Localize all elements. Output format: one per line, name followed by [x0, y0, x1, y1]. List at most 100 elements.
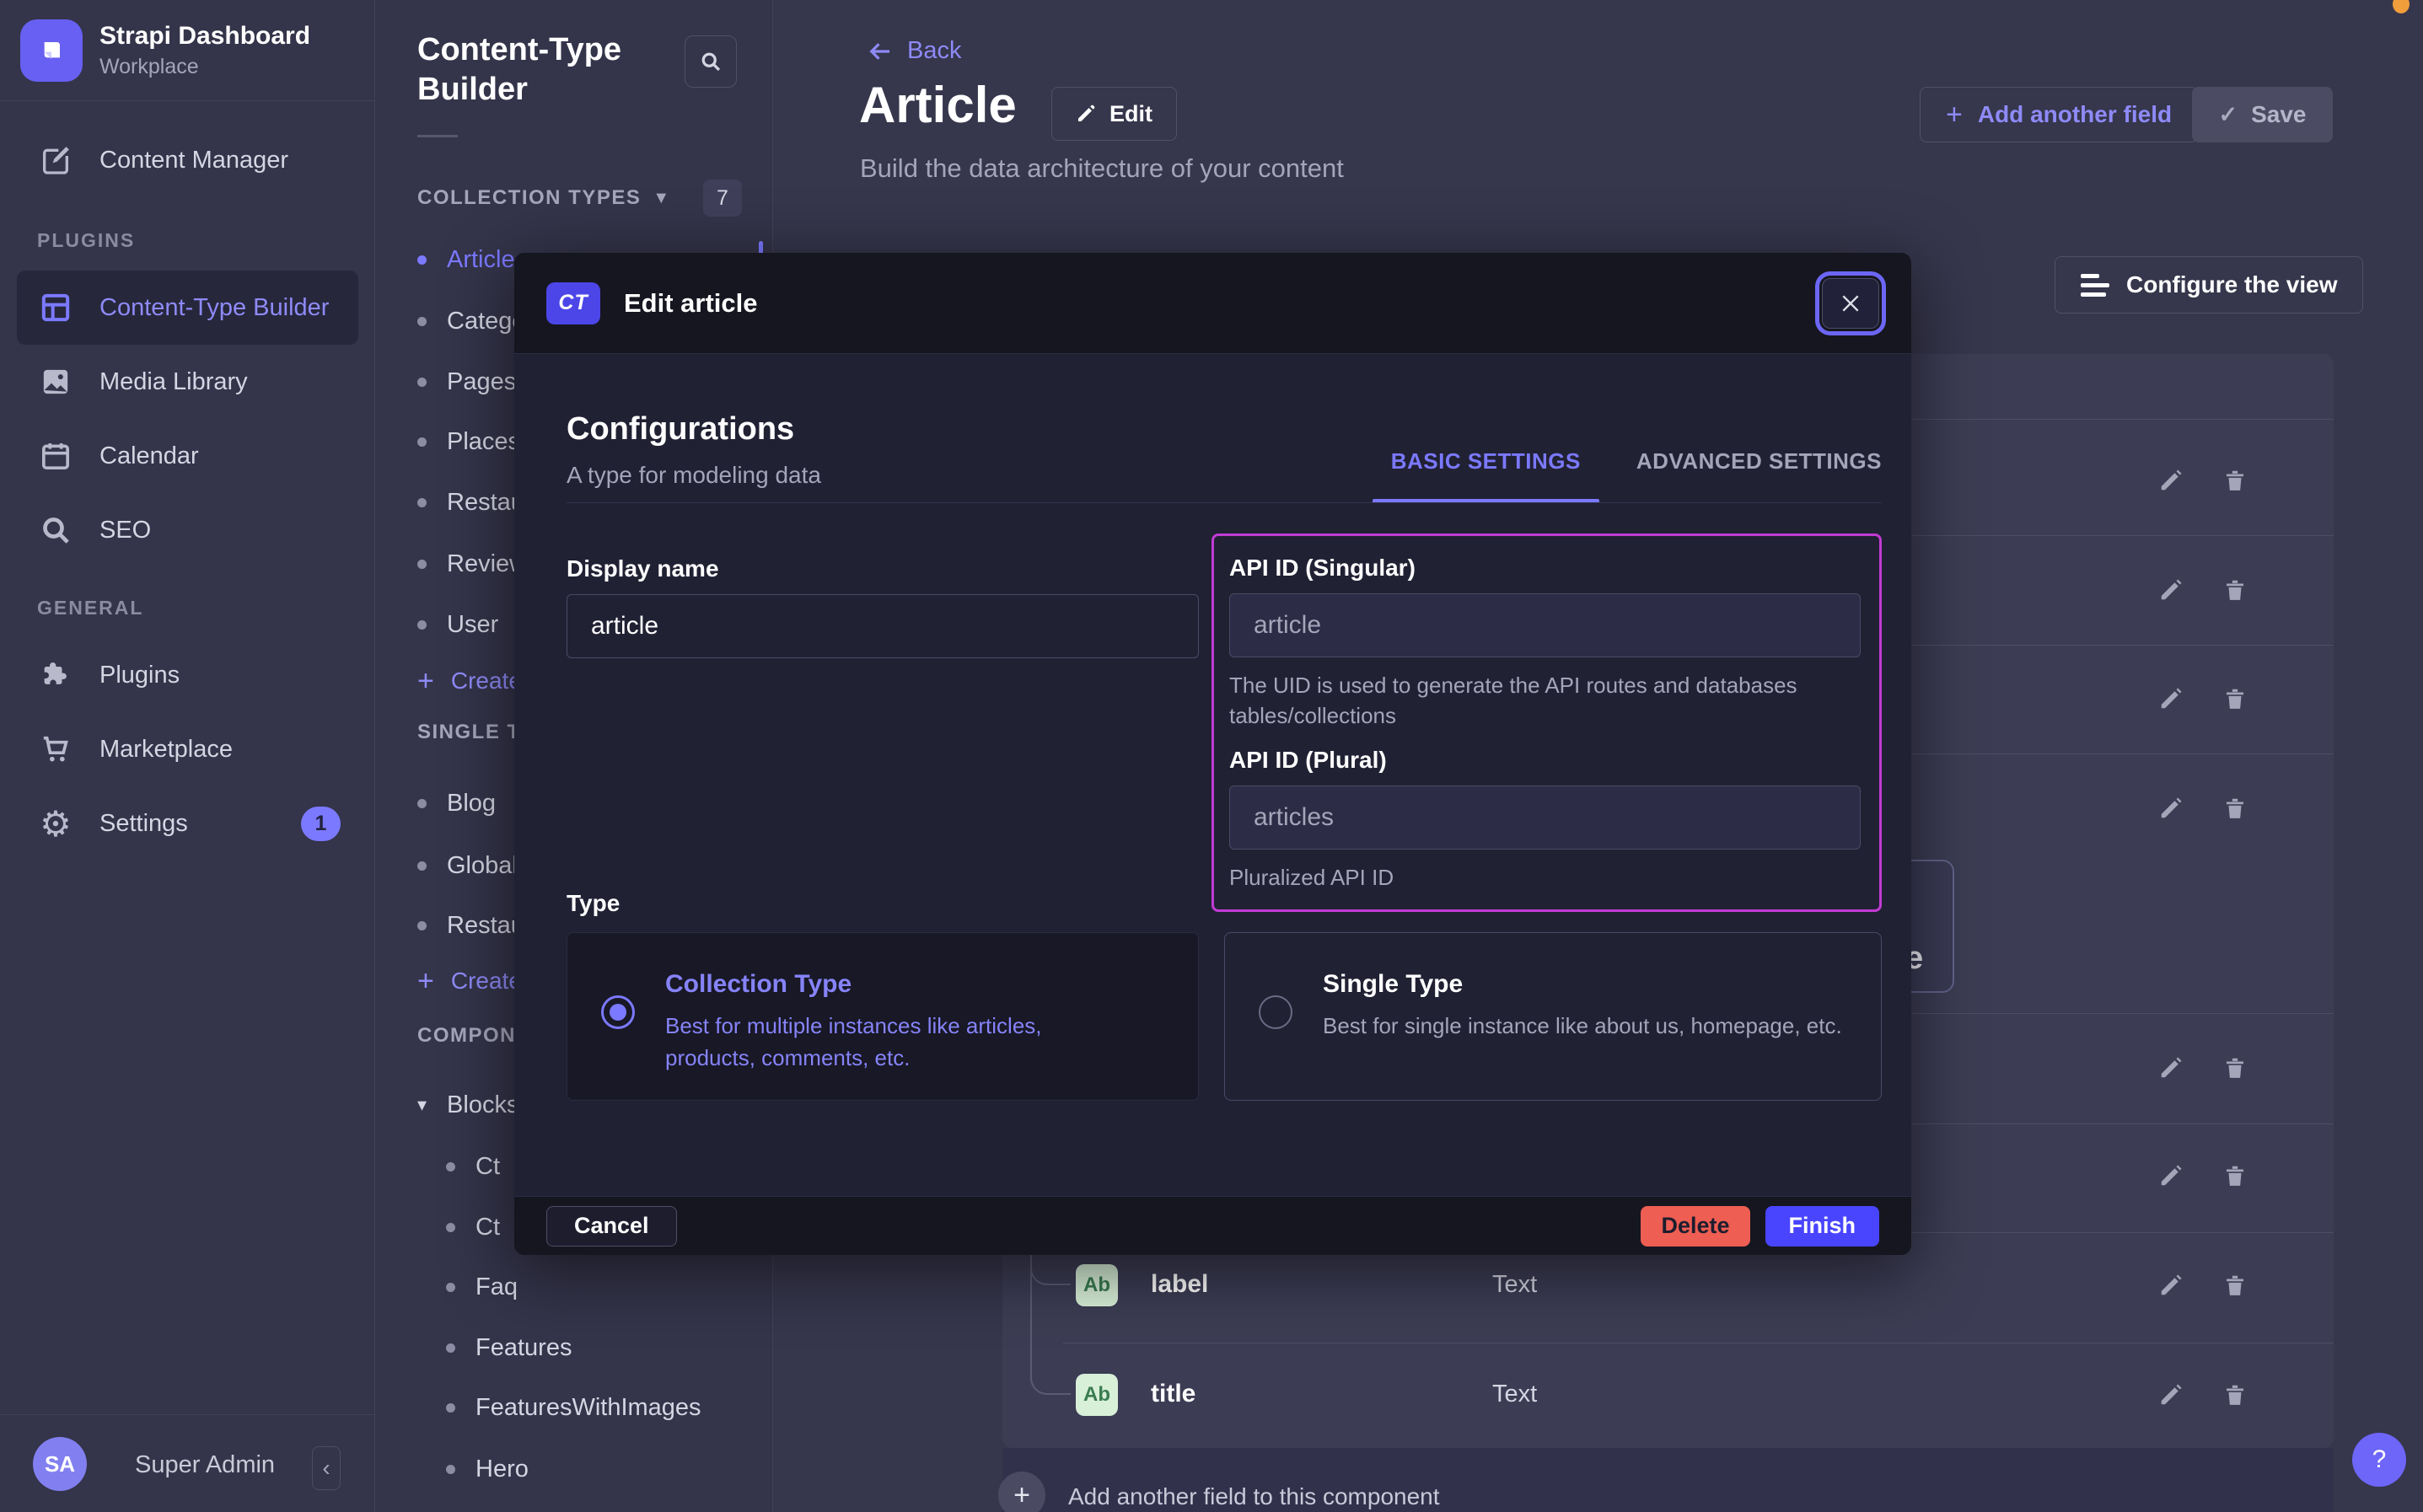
- collection-types-header[interactable]: COLLECTION TYPES ▼ 7: [417, 179, 742, 217]
- trash-icon[interactable]: [2216, 1267, 2254, 1304]
- sidebar-item-content-type-builder[interactable]: Content-Type Builder: [17, 271, 358, 345]
- edit-button[interactable]: Edit: [1051, 87, 1177, 141]
- subnav-item-review[interactable]: Review: [417, 540, 527, 587]
- pencil-icon[interactable]: [2152, 1376, 2189, 1413]
- plus-circle-icon[interactable]: +: [998, 1472, 1045, 1512]
- collection-type-desc: Best for multiple instances like article…: [665, 1011, 1137, 1074]
- row-actions: [2152, 1376, 2254, 1413]
- workspace-header[interactable]: Strapi Dashboard Workplace: [0, 0, 374, 101]
- subnav-item-user[interactable]: User: [417, 601, 498, 648]
- field-type: Text: [1492, 1271, 1537, 1299]
- collection-type-option[interactable]: Collection Type Best for multiple instan…: [567, 932, 1199, 1101]
- bullet-icon: [417, 498, 427, 507]
- pencil-icon[interactable]: [2152, 1049, 2189, 1086]
- pencil-icon[interactable]: [2152, 1157, 2189, 1194]
- subnav-item-component-ct2[interactable]: Ct: [446, 1204, 500, 1251]
- api-id-singular-label: API ID (Singular): [1229, 555, 1861, 582]
- subnav-item-component-faq[interactable]: Faq: [446, 1263, 518, 1311]
- subnav-item-places[interactable]: Places: [417, 418, 520, 465]
- subnav-item-component-ct1[interactable]: Ct: [446, 1143, 500, 1190]
- subnav-group-blocks[interactable]: ▾Blocks: [417, 1081, 518, 1129]
- trash-icon[interactable]: [2216, 680, 2254, 717]
- pencil-icon[interactable]: [2152, 680, 2189, 717]
- strapi-logo-icon: [20, 19, 83, 82]
- settings-badge: 1: [301, 807, 341, 841]
- sidebar-item-content-manager[interactable]: Content Manager: [0, 123, 375, 197]
- cancel-button[interactable]: Cancel: [546, 1206, 677, 1247]
- collapse-sidebar-button[interactable]: ‹: [312, 1446, 341, 1490]
- bullet-icon: [417, 921, 427, 930]
- bullet-icon: [446, 1283, 455, 1292]
- back-link[interactable]: Back: [867, 37, 961, 65]
- sidebar-item-seo[interactable]: SEO: [0, 493, 375, 567]
- settings-tabs: BASIC SETTINGS ADVANCED SETTINGS: [1391, 448, 1882, 503]
- api-id-singular-input[interactable]: [1229, 593, 1861, 657]
- radio-selected-icon[interactable]: [601, 995, 635, 1029]
- api-id-plural-input[interactable]: [1229, 785, 1861, 850]
- subnav-item-article[interactable]: Article: [417, 236, 515, 283]
- field-type-badge: Ab: [1076, 1264, 1118, 1306]
- save-button[interactable]: ✓ Save: [2192, 87, 2333, 142]
- calendar-icon: [37, 437, 74, 475]
- delete-button[interactable]: Delete: [1641, 1206, 1749, 1247]
- sidebar-item-marketplace[interactable]: Marketplace: [0, 712, 375, 786]
- puzzle-icon: [37, 657, 74, 694]
- close-button[interactable]: [1822, 278, 1879, 329]
- collection-type-title: Collection Type: [665, 970, 1137, 999]
- tab-advanced-settings[interactable]: ADVANCED SETTINGS: [1636, 448, 1882, 503]
- pencil-icon[interactable]: [2152, 571, 2189, 609]
- subnav-item-blog[interactable]: Blog: [417, 780, 496, 827]
- subnav-title: Content-Type Builder: [417, 30, 679, 110]
- trash-icon[interactable]: [2216, 1376, 2254, 1413]
- row-actions: [2152, 571, 2254, 609]
- display-name-input[interactable]: [567, 594, 1199, 658]
- configure-label: Configure the view: [2126, 271, 2337, 298]
- pencil-icon[interactable]: [2152, 462, 2189, 499]
- search-button[interactable]: [685, 35, 737, 88]
- trash-icon[interactable]: [2216, 790, 2254, 827]
- subnav-item-pages[interactable]: Pages: [417, 358, 516, 405]
- trash-icon[interactable]: [2216, 1157, 2254, 1194]
- plus-icon: +: [1946, 99, 1963, 131]
- bullet-icon: [417, 620, 427, 630]
- pencil-icon[interactable]: [2152, 1267, 2189, 1304]
- sidebar-item-plugins[interactable]: Plugins: [0, 638, 375, 712]
- single-type-desc: Best for single instance like about us, …: [1323, 1011, 1862, 1043]
- subnav-item-component-features[interactable]: Features: [446, 1324, 572, 1371]
- type-label: Type: [567, 890, 620, 917]
- pen-icon: [37, 142, 74, 179]
- sidebar-item-label: Media Library: [99, 368, 248, 396]
- sidebar-item-label: Content-Type Builder: [99, 294, 329, 322]
- trash-icon[interactable]: [2216, 1049, 2254, 1086]
- subnav-item-component-featureswithimages[interactable]: FeaturesWithImages: [446, 1384, 701, 1431]
- help-button[interactable]: ?: [2352, 1433, 2406, 1487]
- back-label: Back: [907, 37, 961, 65]
- user-name: Super Admin: [135, 1451, 275, 1479]
- arrow-left-icon: [867, 39, 895, 64]
- subnav-item-label: Ct: [475, 1214, 500, 1241]
- trash-icon[interactable]: [2216, 571, 2254, 609]
- avatar[interactable]: SA: [33, 1437, 87, 1491]
- add-component-field-row[interactable]: + Add another field to this component: [1002, 1448, 2334, 1512]
- pencil-icon[interactable]: [2152, 790, 2189, 827]
- sidebar-item-label: SEO: [99, 517, 151, 544]
- sidebar-item-calendar[interactable]: Calendar: [0, 419, 375, 493]
- sidebar-section-general: GENERAL: [37, 597, 143, 619]
- bullet-icon: [446, 1465, 455, 1474]
- single-type-option[interactable]: Single Type Best for single instance lik…: [1224, 932, 1882, 1101]
- plus-icon: +: [417, 667, 434, 695]
- row-actions: [2152, 680, 2254, 717]
- add-another-field-button[interactable]: + Add another field: [1920, 87, 2198, 142]
- configure-view-button[interactable]: Configure the view: [2055, 256, 2363, 314]
- finish-button[interactable]: Finish: [1765, 1206, 1880, 1247]
- radio-unselected-icon[interactable]: [1259, 995, 1292, 1029]
- trash-icon[interactable]: [2216, 462, 2254, 499]
- subnav-item-global[interactable]: Global: [417, 842, 518, 889]
- subnav-item-component-hero[interactable]: Hero: [446, 1445, 529, 1493]
- gear-icon: ⚙: [37, 805, 74, 842]
- cart-icon: [37, 731, 74, 768]
- sidebar-item-media-library[interactable]: Media Library: [0, 345, 375, 419]
- tab-basic-settings[interactable]: BASIC SETTINGS: [1391, 448, 1581, 503]
- search-icon: [37, 512, 74, 549]
- subnav-item-label: Blog: [447, 790, 496, 818]
